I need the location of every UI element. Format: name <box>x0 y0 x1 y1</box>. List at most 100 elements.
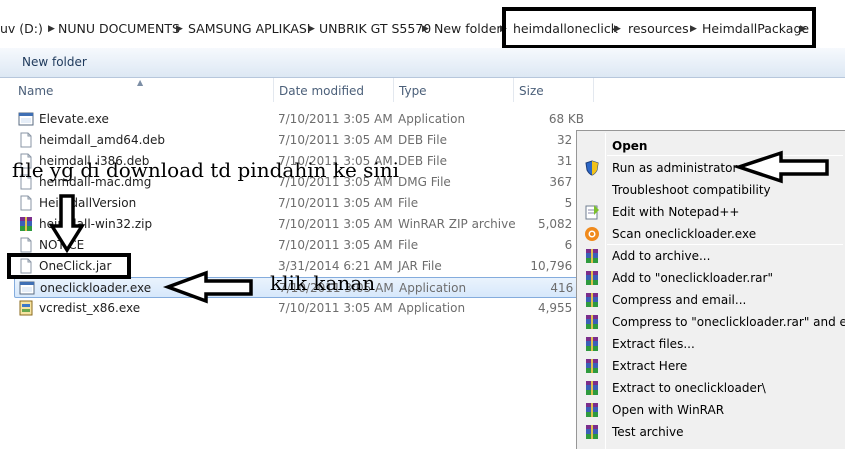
file-row-heimdall-win32-zip[interactable]: heimdall-win32.zip 7/10/2011 3:05 AM WinRA… <box>14 214 594 235</box>
file-size: 367 K <box>549 175 584 189</box>
file-size: 10,796 K <box>530 259 584 273</box>
file-type: JAR File <box>398 259 442 273</box>
file-row-heimdall-amd64-deb[interactable]: heimdall_amd64.deb 7/10/2011 3:05 AM DEB F… <box>14 130 594 151</box>
chevron-right-icon[interactable]: ▶ <box>308 20 315 38</box>
menu-item-compress-and-email[interactable]: Compress and email... <box>579 289 845 311</box>
menu-item-label: Edit with Notepad++ <box>612 205 740 219</box>
file-size: 5,082 K <box>537 217 584 231</box>
installer-icon <box>18 300 34 317</box>
menu-item-label: Compress to "oneclickloader.rar" and ema… <box>612 315 845 329</box>
menu-item-label: Test archive <box>612 425 684 439</box>
file-type: DMG File <box>398 175 451 189</box>
file-date: 7/10/2011 3:05 AM <box>278 112 393 126</box>
column-divider[interactable] <box>393 78 394 102</box>
menu-item-label: Extract to oneclickloader\ <box>612 381 766 395</box>
file-size: 32 K <box>557 133 584 147</box>
file-row-vcredist-x86-exe[interactable]: vcredist_x86.exe 7/10/2011 3:05 AM Applica… <box>14 298 594 319</box>
file-name: heimdall-win32.zip <box>39 217 153 231</box>
context-menu: Open Run as administrator Troubleshoot com… <box>576 130 845 449</box>
winrar-icon <box>584 380 600 396</box>
file-name: heimdall_amd64.deb <box>39 133 166 147</box>
menu-item-test-archive[interactable]: Test archive <box>579 421 845 443</box>
winrar-icon <box>584 424 600 440</box>
menu-item-label: Run as administrator <box>612 161 738 175</box>
menu-item-run-as-administrator[interactable]: Run as administrator <box>579 157 845 179</box>
menu-item-label: Scan oneclickloader.exe <box>612 227 757 241</box>
file-type: File <box>398 238 419 252</box>
column-divider[interactable] <box>273 78 274 102</box>
column-header-size[interactable]: Size <box>519 82 544 100</box>
file-size: 4,955 K <box>537 301 584 315</box>
menu-item-label: Troubleshoot compatibility <box>612 183 771 197</box>
winrar-icon <box>584 402 600 418</box>
new-folder-button[interactable]: New folder <box>22 54 87 70</box>
notepad-icon <box>584 204 600 220</box>
menu-item-label: Compress and email... <box>612 293 747 307</box>
menu-item-troubleshoot-compatibility[interactable]: Troubleshoot compatibility <box>579 179 845 201</box>
file-size: 68 KB <box>548 112 584 126</box>
menu-item-extract-files[interactable]: Extract files... <box>579 333 845 355</box>
uac-shield-icon <box>584 160 600 176</box>
menu-item-extract-here[interactable]: Extract Here <box>579 355 845 377</box>
winrar-icon <box>584 358 600 374</box>
exe-icon <box>18 111 34 128</box>
file-type: Application <box>399 281 467 295</box>
column-header-date[interactable]: Date modified <box>279 82 364 100</box>
file-type: DEB File <box>398 154 447 168</box>
file-date: 7/10/2011 3:05 AM <box>278 217 393 231</box>
menu-separator <box>607 155 843 156</box>
menu-item-open[interactable]: Open <box>579 135 845 157</box>
annotation-download-note: file yg di download td pindahin ke sini <box>12 158 400 182</box>
file-row-elevate-exe[interactable]: Elevate.exe 7/10/2011 3:05 AM Application 6… <box>14 109 594 130</box>
menu-item-compress-to-oneclickloader-rar-and-email[interactable]: Compress to "oneclickloader.rar" and ema… <box>579 311 845 333</box>
winrar-icon <box>584 336 600 352</box>
column-header-type[interactable]: Type <box>399 82 427 100</box>
breadcrumb-unbrik[interactable]: UNBRIK GT S5570 <box>319 20 431 38</box>
breadcrumb-drive[interactable]: uv (D:) <box>0 20 43 38</box>
menu-item-scan-oneclickloader-exe[interactable]: Scan oneclickloader.exe <box>579 223 845 245</box>
winrar-icon <box>18 216 34 233</box>
menu-item-label: Extract files... <box>612 337 695 351</box>
chevron-right-icon[interactable]: ▶ <box>422 20 429 38</box>
breadcrumb-new-folder[interactable]: New folder <box>434 20 502 38</box>
file-name: Elevate.exe <box>39 112 109 126</box>
menu-item-label: Extract Here <box>612 359 688 373</box>
column-divider[interactable] <box>593 78 594 102</box>
menu-item-edit-with-notepad[interactable]: Edit with Notepad++ <box>579 201 845 223</box>
column-divider[interactable] <box>513 78 514 102</box>
file-icon <box>18 132 34 149</box>
file-type: File <box>398 196 419 210</box>
annotation-highlight-box-path <box>502 7 816 49</box>
winrar-icon <box>584 248 600 264</box>
menu-item-open-with-winrar[interactable]: Open with WinRAR <box>579 399 845 421</box>
menu-separator <box>607 244 843 245</box>
chevron-right-icon[interactable]: ▶ <box>176 20 183 38</box>
winrar-icon <box>584 270 600 286</box>
breadcrumb-nunu-documents[interactable]: NUNU DOCUMENTS <box>58 20 180 38</box>
file-date: 7/10/2011 3:05 AM <box>278 238 393 252</box>
sort-ascending-icon: ▲ <box>137 78 144 87</box>
file-row-heimdallversion[interactable]: HeimdallVersion 7/10/2011 3:05 AM File 5 K <box>14 193 594 214</box>
breadcrumb-samsung-aplikasi[interactable]: SAMSUNG APLIKASI <box>188 20 311 38</box>
file-date: 7/10/2011 3:05 AM <box>278 301 393 315</box>
file-type: Application <box>398 301 466 315</box>
annotation-right-click-note: klik kanan <box>270 271 376 295</box>
menu-item-label: Open with WinRAR <box>612 403 725 417</box>
file-size: 6 K <box>564 238 584 252</box>
column-header-name[interactable]: Name <box>18 82 53 100</box>
menu-item-label: Open <box>612 139 648 153</box>
file-icon <box>18 237 34 254</box>
menu-item-label: Add to archive... <box>612 249 711 263</box>
chevron-right-icon[interactable]: ▶ <box>48 20 55 38</box>
menu-item-add-to-oneclickloader-rar[interactable]: Add to "oneclickloader.rar" <box>579 267 845 289</box>
file-name: oneclickloader.exe <box>40 281 152 295</box>
file-size: 416 K <box>550 281 585 295</box>
menu-item-extract-to-oneclickloader[interactable]: Extract to oneclickloader\ <box>579 377 845 399</box>
file-date: 7/10/2011 3:05 AM <box>278 196 393 210</box>
file-name: NOTICE <box>39 238 85 252</box>
file-type: DEB File <box>398 133 447 147</box>
file-type: Application <box>398 112 466 126</box>
menu-item-add-to-archive[interactable]: Add to archive... <box>579 245 845 267</box>
file-name: vcredist_x86.exe <box>39 301 141 315</box>
file-date: 7/10/2011 3:05 AM <box>278 133 393 147</box>
